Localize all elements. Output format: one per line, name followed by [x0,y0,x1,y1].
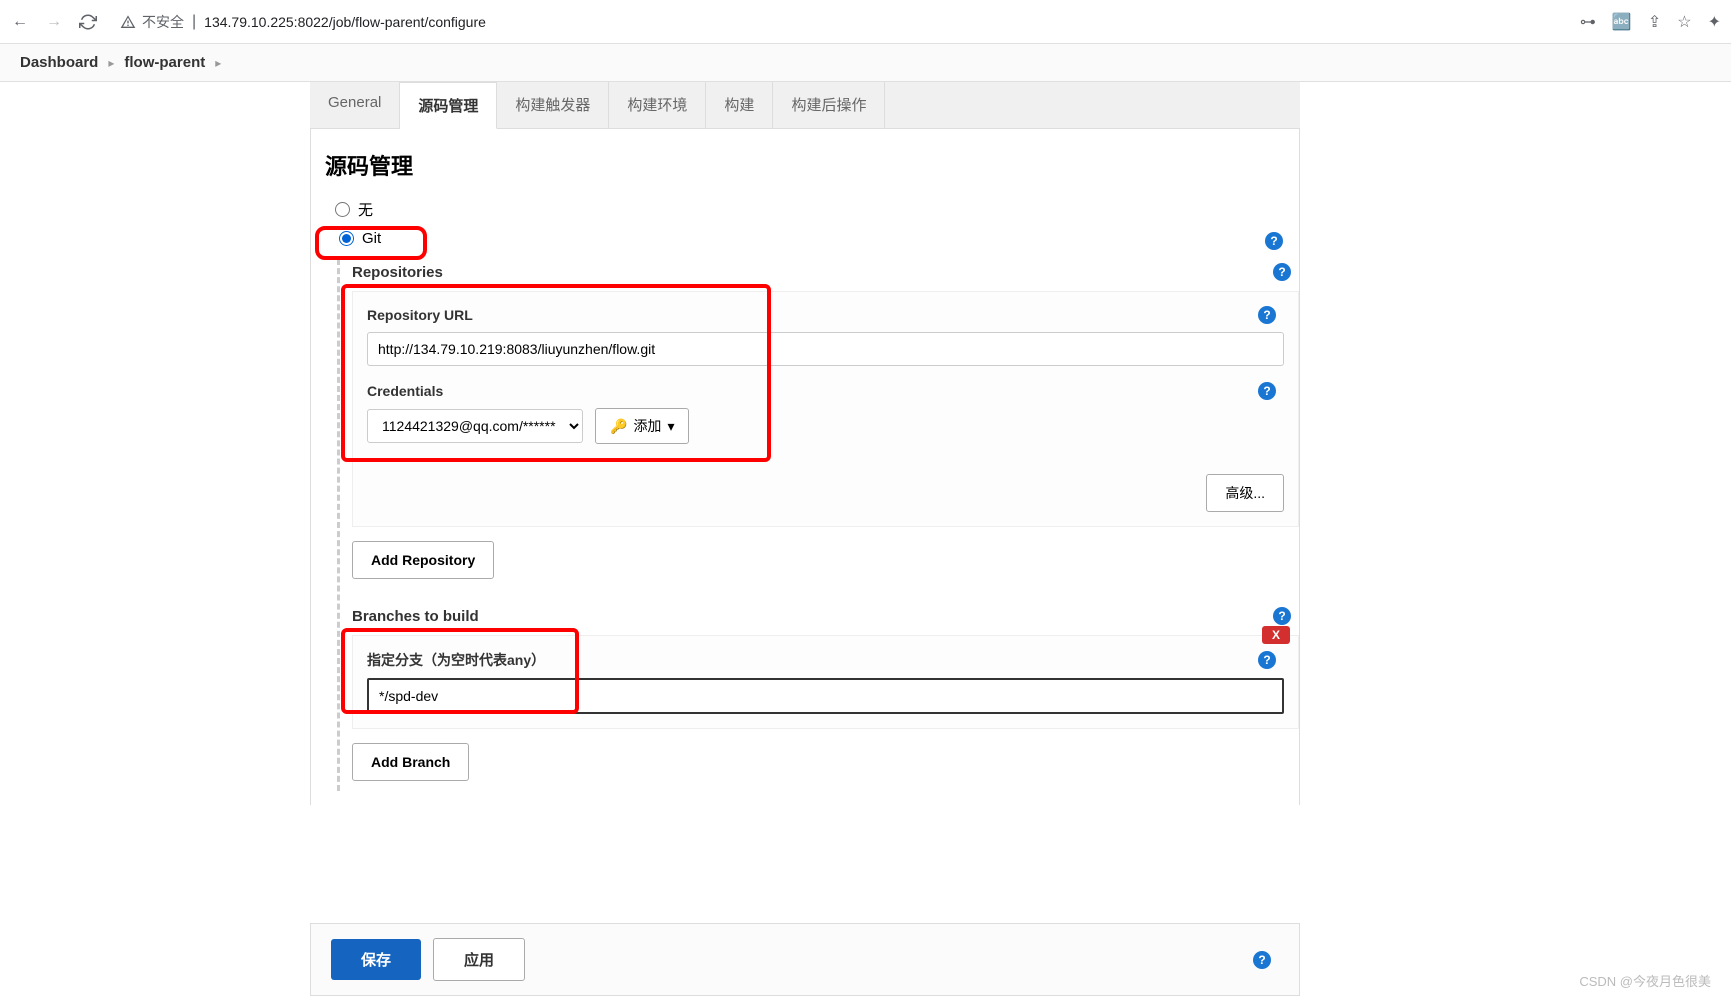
radio-git-label: Git [362,230,381,247]
help-icon[interactable]: ? [1273,263,1291,281]
section-title: 源码管理 [311,143,1299,195]
reload-button[interactable] [78,12,98,32]
warning-icon [120,14,136,30]
config-tabs: General 源码管理 构建触发器 构建环境 构建 构建后操作 [310,82,1300,129]
key-icon: 🔑 [610,418,627,435]
repo-url-input[interactable] [367,332,1284,366]
share-icon[interactable]: ⇪ [1648,12,1661,32]
branches-label: Branches to build ? [352,603,1299,629]
help-icon[interactable]: ? [1265,232,1283,250]
tab-general[interactable]: General [310,82,400,128]
add-repository-button[interactable]: Add Repository [352,541,494,579]
breadcrumb-dashboard[interactable]: Dashboard [20,54,98,71]
repo-url-label: Repository URL ? [367,306,1284,324]
tab-triggers[interactable]: 构建触发器 [497,82,609,128]
branch-spec-label: 指定分支（为空时代表any） ? [367,650,1284,670]
credentials-select[interactable]: 1124421329@qq.com/****** [367,409,583,443]
insecure-label: 不安全 [142,12,184,32]
apply-button[interactable]: 应用 [433,938,525,981]
breadcrumb: Dashboard ▸ flow-parent ▸ [0,44,1731,82]
back-button[interactable]: ← [10,12,30,32]
tab-scm[interactable]: 源码管理 [400,82,497,129]
repository-block: Repository URL ? Credentials ? 112442132… [352,291,1299,527]
translate-icon[interactable]: 🔤 [1612,12,1632,32]
radio-none-input[interactable] [335,202,350,217]
watermark-label: CSDN @今夜月色很美 [1579,971,1711,990]
advanced-button[interactable]: 高级... [1206,474,1284,512]
credentials-label: Credentials ? [367,382,1284,400]
add-branch-button[interactable]: Add Branch [352,743,469,781]
forward-button[interactable]: → [44,12,64,32]
key-icon[interactable]: ⊶ [1580,12,1596,32]
help-icon[interactable]: ? [1258,382,1276,400]
radio-git-input[interactable] [339,231,354,246]
url-text: 134.79.10.225:8022/job/flow-parent/confi… [204,14,486,30]
address-bar[interactable]: 不安全 | 134.79.10.225:8022/job/flow-parent… [112,7,1566,37]
chevron-right-icon: ▸ [108,56,114,70]
scm-git-radio[interactable]: Git [315,226,1299,251]
help-icon[interactable]: ? [1258,651,1276,669]
branch-spec-input[interactable] [367,678,1284,714]
add-credentials-button[interactable]: 🔑 添加 ▾ [595,408,689,444]
help-icon[interactable]: ? [1258,306,1276,324]
repositories-label: Repositories ? [352,259,1299,285]
radio-none-label: 无 [358,199,373,220]
tab-post[interactable]: 构建后操作 [773,82,885,128]
save-button[interactable]: 保存 [331,939,421,980]
branch-block: X 指定分支（为空时代表any） ? [352,635,1299,729]
save-footer: 保存 应用 ? [310,923,1300,996]
help-icon[interactable]: ? [1253,951,1271,969]
breadcrumb-job[interactable]: flow-parent [124,54,205,71]
chevron-down-icon: ▾ [667,418,674,435]
tab-build[interactable]: 构建 [706,82,773,128]
extensions-icon[interactable]: ✦ [1708,12,1721,32]
browser-toolbar: ← → 不安全 | 134.79.10.225:8022/job/flow-pa… [0,0,1731,44]
delete-branch-button[interactable]: X [1262,626,1290,644]
tab-env[interactable]: 构建环境 [609,82,706,128]
bookmark-icon[interactable]: ☆ [1677,12,1691,32]
scm-none-radio[interactable]: 无 [311,195,1299,224]
chevron-right-icon: ▸ [215,56,221,70]
help-icon[interactable]: ? [1273,607,1291,625]
